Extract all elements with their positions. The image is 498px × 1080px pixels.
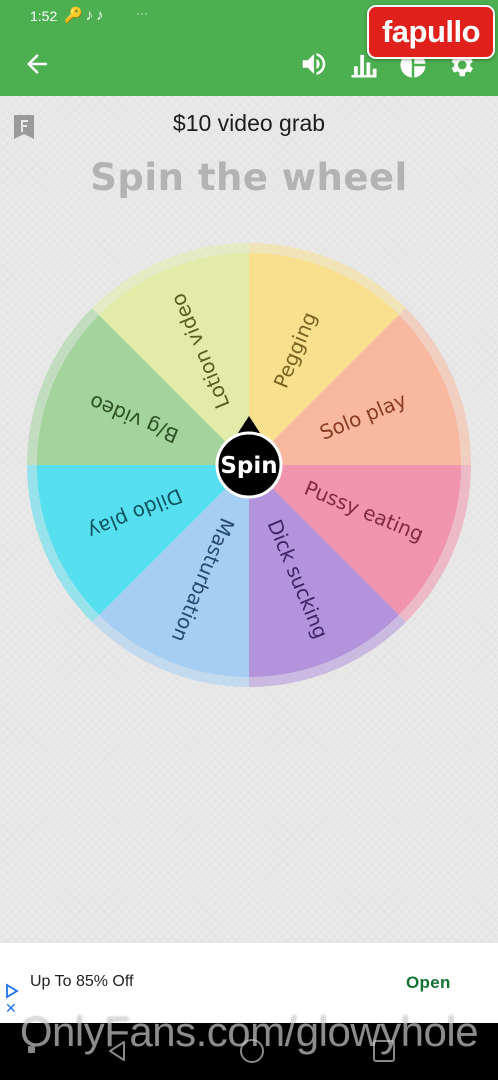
ad-open-button[interactable]: Open bbox=[406, 973, 451, 993]
ad-choices-icon[interactable] bbox=[4, 983, 20, 999]
status-time: 1:52 bbox=[30, 8, 58, 24]
watermark-badge: fapullo bbox=[367, 5, 495, 59]
more-notifications-indicator: ··· bbox=[136, 6, 148, 20]
watermark-badge-text: fapullo bbox=[381, 14, 481, 49]
spin-wheel[interactable]: PeggingSolo playPussy eatingDick sucking… bbox=[24, 240, 474, 690]
volume-icon[interactable] bbox=[298, 49, 330, 79]
page-title: Spin the wheel bbox=[90, 156, 408, 199]
ad-text[interactable]: Up To 85% Off bbox=[30, 973, 133, 991]
arrow-left-icon[interactable] bbox=[22, 49, 52, 79]
spin-button-label[interactable]: Spin bbox=[220, 453, 277, 479]
notification-icons: 🔑♪♪ bbox=[64, 7, 107, 24]
watermark-text: OnlyFans.com/glowyhole bbox=[19, 1008, 479, 1055]
wheel-subtitle: $10 video grab bbox=[172, 110, 326, 136]
